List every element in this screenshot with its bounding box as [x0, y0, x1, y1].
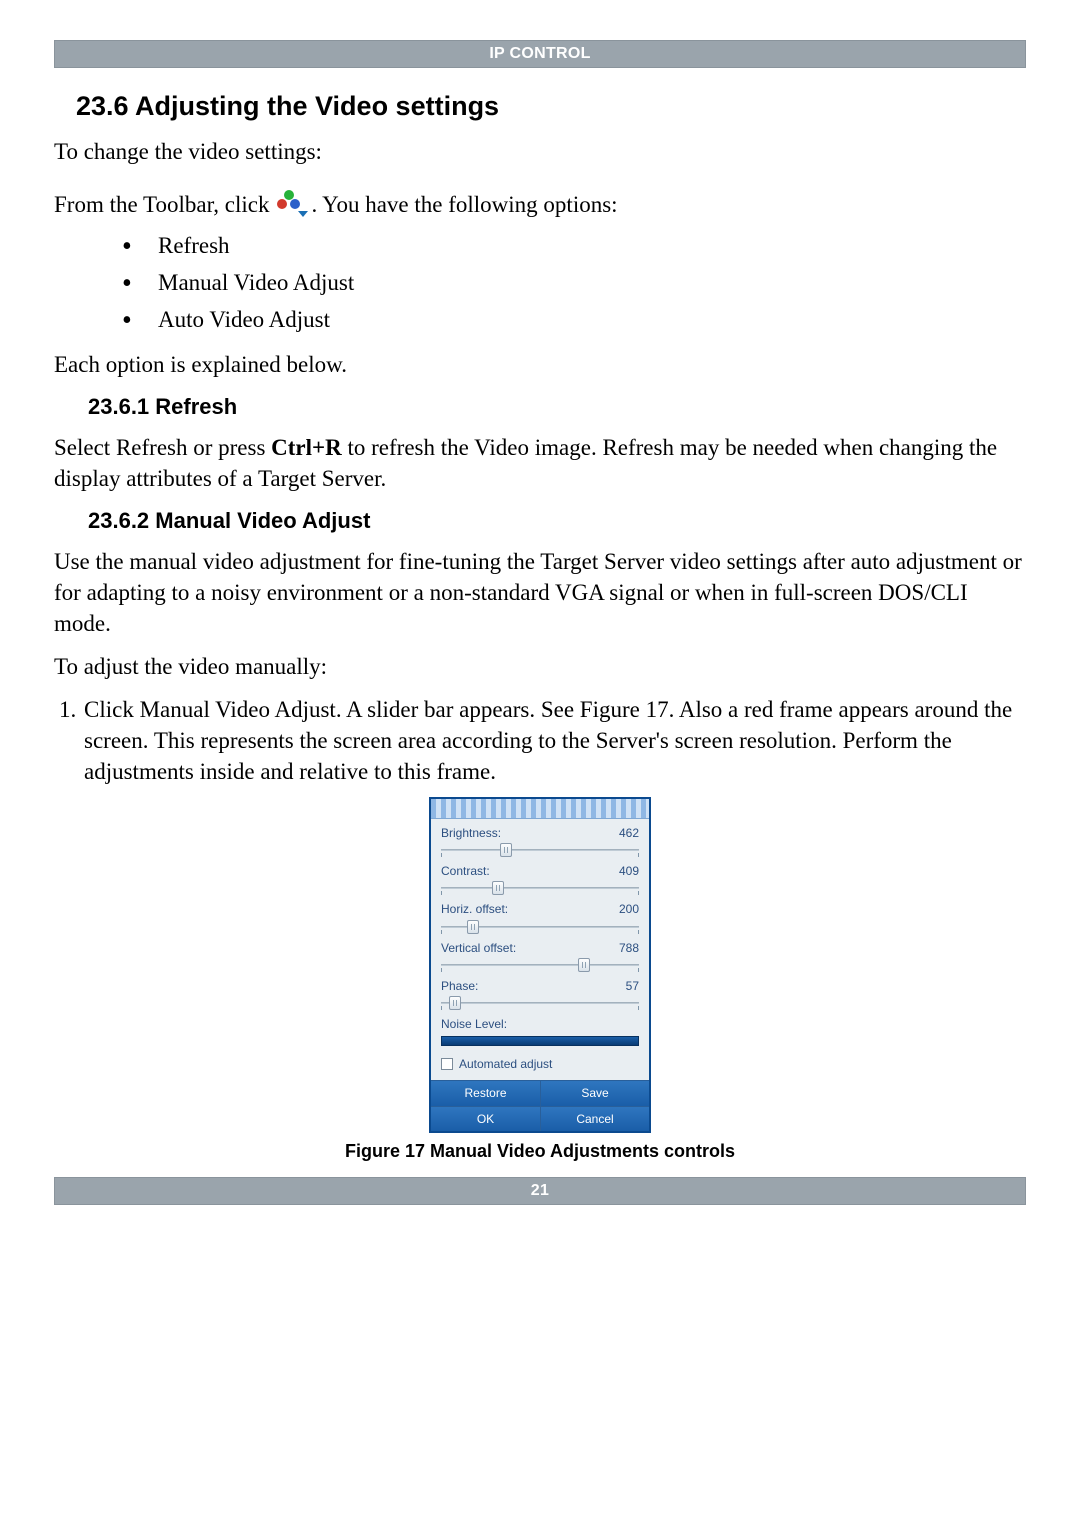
- bullet-auto-video-adjust: Auto Video Adjust: [122, 304, 1026, 335]
- automated-adjust-label: Automated adjust: [459, 1056, 552, 1072]
- explained-text: Each option is explained below.: [54, 349, 1026, 380]
- phase-value: 57: [626, 978, 639, 994]
- video-settings-icon: [272, 190, 308, 220]
- figure-17-caption: Figure 17 Manual Video Adjustments contr…: [54, 1139, 1026, 1163]
- horiz-offset-slider[interactable]: [441, 920, 639, 934]
- hotkey-ctrl-r: Ctrl+R: [271, 435, 342, 460]
- brightness-label: Brightness:: [441, 825, 501, 841]
- horiz-offset-label: Horiz. offset:: [441, 901, 508, 917]
- automated-adjust-checkbox[interactable]: [441, 1058, 453, 1070]
- horiz-offset-slider-thumb[interactable]: [467, 920, 479, 934]
- dropdown-arrow-icon: [298, 211, 308, 217]
- horiz-offset-value: 200: [619, 901, 639, 917]
- page-number-banner: 21: [54, 1177, 1026, 1205]
- save-button[interactable]: Save: [540, 1080, 649, 1105]
- contrast-row: Contrast: 409: [441, 863, 639, 895]
- heading-23-6-1: 23.6.1 Refresh: [88, 392, 1026, 422]
- contrast-label: Contrast:: [441, 863, 490, 879]
- brightness-slider[interactable]: [441, 843, 639, 857]
- cancel-button[interactable]: Cancel: [540, 1106, 649, 1131]
- heading-23-6: 23.6 Adjusting the Video settings: [76, 88, 1026, 124]
- dialog-titlebar[interactable]: [431, 799, 649, 819]
- vertical-offset-label: Vertical offset:: [441, 940, 516, 956]
- contrast-slider[interactable]: [441, 881, 639, 895]
- heading-23-6-2: 23.6.2 Manual Video Adjust: [88, 506, 1026, 536]
- brightness-value: 462: [619, 825, 639, 841]
- manual-video-adjust-dialog: Brightness: 462 Contrast: 409: [429, 797, 651, 1133]
- noise-level-indicator: [441, 1036, 639, 1046]
- noise-level-label: Noise Level:: [441, 1016, 639, 1032]
- refresh-paragraph: Select Refresh or press Ctrl+R to refres…: [54, 432, 1026, 494]
- manual-lead: To adjust the video manually:: [54, 651, 1026, 682]
- phase-slider[interactable]: [441, 996, 639, 1010]
- vertical-offset-slider[interactable]: [441, 958, 639, 972]
- bullet-refresh: Refresh: [122, 230, 1026, 261]
- horiz-offset-row: Horiz. offset: 200: [441, 901, 639, 933]
- vertical-offset-row: Vertical offset: 788: [441, 940, 639, 972]
- noise-level-row: Noise Level:: [441, 1016, 639, 1046]
- brightness-slider-thumb[interactable]: [500, 843, 512, 857]
- phase-label: Phase:: [441, 978, 478, 994]
- toolbar-pre-text: From the Toolbar, click: [54, 189, 270, 220]
- contrast-slider-thumb[interactable]: [492, 881, 504, 895]
- step-1: Click Manual Video Adjust. A slider bar …: [82, 694, 1026, 787]
- page-header-banner: IP CONTROL: [54, 40, 1026, 68]
- toolbar-post-text: . You have the following options:: [312, 189, 618, 220]
- vertical-offset-value: 788: [619, 940, 639, 956]
- manual-paragraph: Use the manual video adjustment for fine…: [54, 546, 1026, 639]
- bullet-manual-video-adjust: Manual Video Adjust: [122, 267, 1026, 298]
- intro-text: To change the video settings:: [54, 136, 1026, 167]
- phase-slider-thumb[interactable]: [449, 996, 461, 1010]
- vertical-offset-slider-thumb[interactable]: [578, 958, 590, 972]
- brightness-row: Brightness: 462: [441, 825, 639, 857]
- restore-button[interactable]: Restore: [431, 1080, 540, 1105]
- contrast-value: 409: [619, 863, 639, 879]
- phase-row: Phase: 57: [441, 978, 639, 1010]
- ok-button[interactable]: OK: [431, 1106, 540, 1131]
